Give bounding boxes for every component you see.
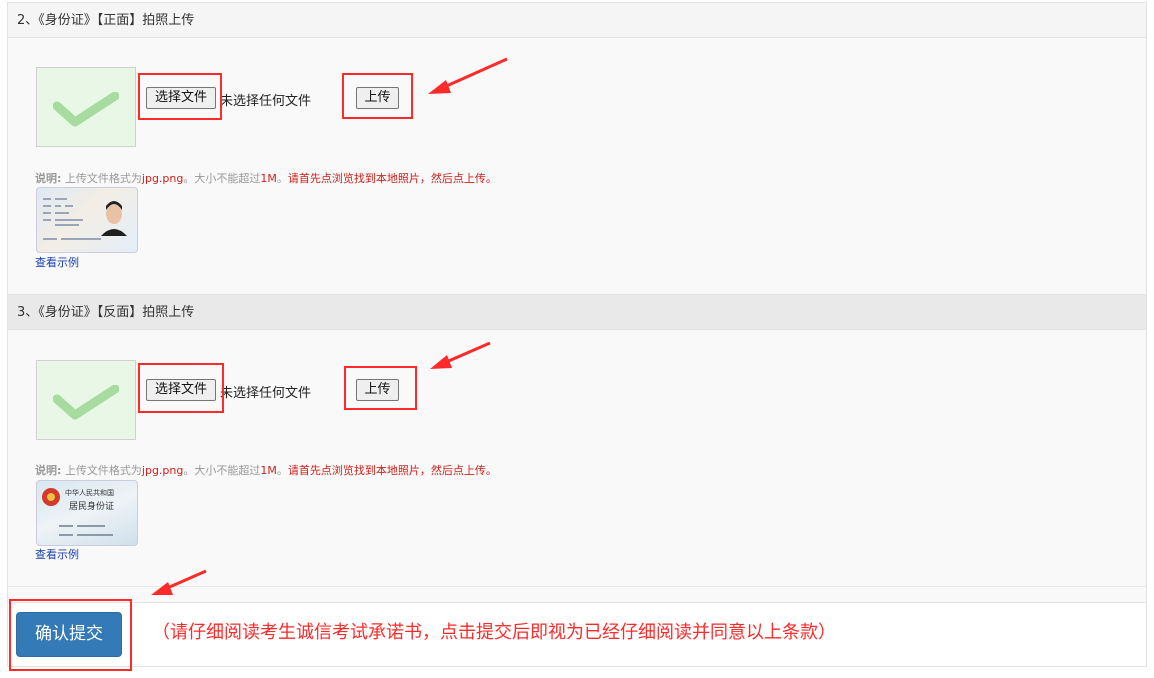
section-back-header: 3、《身份证》【反面】拍照上传 (7, 294, 1147, 330)
section-front-header: 2、《身份证》【正面】拍照上传 (7, 2, 1147, 38)
submit-highlight (9, 599, 132, 671)
front-upload-note: 说明: 上传文件格式为jpg.png。大小不能超过1M。请首先点浏览找到本地照片… (35, 170, 497, 186)
note-text: 上传文件格式为 (64, 172, 142, 185)
front-choose-highlight (138, 73, 222, 120)
back-choose-highlight (138, 363, 224, 413)
national-emblem-icon: 中华人民共和国 居民身份证 (42, 488, 114, 536)
back-example-link[interactable]: 查看示例 (35, 546, 79, 562)
front-example-link[interactable]: 查看示例 (35, 254, 79, 270)
note-text: 上传文件格式为 (64, 464, 142, 477)
note-warning: 请首先点浏览找到本地照片，然后点上传。 (287, 464, 497, 477)
section-back-title: 3、《身份证》【反面】拍照上传 (17, 305, 195, 320)
note-formats: jpg.png (141, 172, 184, 185)
note-text: 。大小不能超过 (183, 464, 261, 477)
note-warning: 请首先点浏览找到本地照片，然后点上传。 (287, 172, 497, 185)
note-formats: jpg.png (141, 464, 184, 477)
front-no-file-text: 未选择任何文件 (220, 94, 312, 109)
checkmark-icon (53, 385, 119, 420)
section-front-title: 2、《身份证》【正面】拍照上传 (17, 13, 195, 28)
front-preview-thumbnail (36, 67, 136, 147)
back-id-sample-image[interactable]: 中华人民共和国 居民身份证 (36, 480, 138, 546)
note-size: 1M (260, 172, 277, 185)
id-photo-icon (43, 198, 127, 240)
back-upload-note: 说明: 上传文件格式为jpg.png。大小不能超过1M。请首先点浏览找到本地照片… (35, 462, 497, 478)
back-preview-thumbnail (36, 360, 136, 440)
back-no-file-text: 未选择任何文件 (220, 386, 312, 401)
submit-notice: （请仔细阅读考生诚信考试承诺书，点击提交后即视为已经仔细阅读并同意以上条款） (152, 622, 836, 643)
sample-card-title: 中华人民共和国 (65, 488, 114, 497)
note-size: 1M (260, 464, 277, 477)
note-text: 。大小不能超过 (183, 172, 261, 185)
checkmark-icon (53, 92, 119, 127)
front-upload-highlight (342, 73, 413, 119)
note-text: 。 (276, 464, 288, 477)
footer-divider (7, 586, 1147, 603)
note-label: 说明: (35, 464, 62, 477)
note-text: 。 (276, 172, 288, 185)
front-id-sample-image[interactable] (36, 187, 138, 253)
note-label: 说明: (35, 172, 62, 185)
sample-card-subtitle: 居民身份证 (69, 500, 114, 512)
back-upload-highlight (344, 366, 417, 410)
